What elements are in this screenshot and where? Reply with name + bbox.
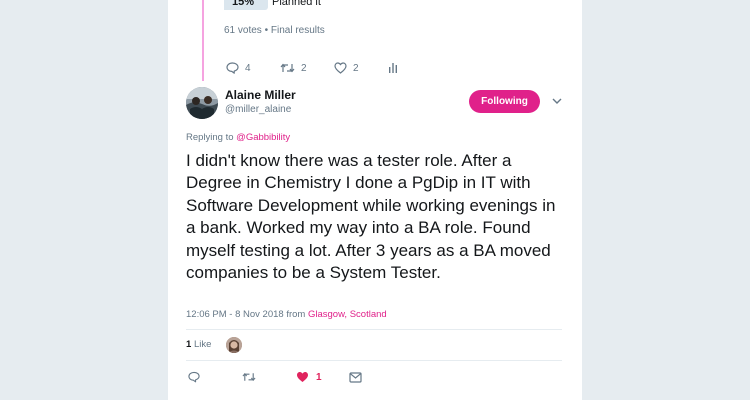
- retweet-icon: [280, 63, 295, 73]
- tweet-actions: 1: [188, 370, 388, 386]
- parent-like-count: 2: [353, 62, 359, 74]
- chevron-down-icon[interactable]: [552, 97, 562, 105]
- poll-status: Final results: [270, 25, 325, 36]
- likes-stat-label: Like: [193, 339, 212, 350]
- parent-retweet-button[interactable]: 2: [280, 60, 307, 76]
- liker-avatar[interactable]: [226, 337, 242, 353]
- user-handle[interactable]: @miller_alaine: [225, 104, 291, 115]
- thread-line: [202, 0, 204, 81]
- parent-tweet-actions: 4 2 2: [226, 60, 426, 76]
- parent-reply-button[interactable]: 4: [226, 60, 251, 76]
- display-name[interactable]: Alaine Miller: [225, 88, 296, 102]
- avatar-image: [186, 87, 218, 119]
- divider: [186, 329, 562, 330]
- following-button[interactable]: Following: [469, 90, 540, 113]
- parent-analytics-button[interactable]: [388, 60, 398, 76]
- poll-chart-icon: [389, 63, 397, 73]
- like-button[interactable]: 1: [296, 370, 322, 384]
- retweet-icon: [242, 372, 256, 382]
- replying-to-prefix: Replying to: [186, 132, 234, 143]
- poll-separator: •: [264, 25, 269, 36]
- replying-to-link[interactable]: @Gabbibility: [236, 132, 290, 143]
- replying-to: Replying to @Gabbibility: [186, 132, 290, 143]
- tweet-text: I didn't know there was a tester role. A…: [186, 151, 556, 283]
- avatar[interactable]: [186, 87, 218, 119]
- likes-stat[interactable]: 1 Like: [186, 339, 211, 350]
- parent-retweet-count: 2: [301, 62, 307, 74]
- tweet-location-link[interactable]: Glasgow, Scotland: [308, 309, 387, 320]
- divider: [186, 360, 562, 361]
- liker-avatar-image: [226, 337, 242, 353]
- reply-icon: [188, 371, 200, 383]
- likes-stat-count: 1: [186, 339, 192, 350]
- poll-votes: 61 votes: [224, 25, 262, 36]
- retweet-button[interactable]: [242, 370, 256, 384]
- heart-icon: [297, 372, 308, 382]
- reply-icon: [226, 62, 239, 74]
- heart-icon: [334, 62, 347, 74]
- poll-meta: 61 votes • Final results: [224, 25, 325, 36]
- parent-like-button[interactable]: 2: [334, 60, 359, 76]
- like-count: 1: [316, 371, 322, 383]
- poll-option-label: Planned it: [272, 0, 321, 8]
- poll-option: 15% Planned it: [224, 0, 424, 10]
- parent-reply-count: 4: [245, 62, 251, 74]
- tweet-time-date[interactable]: 12:06 PM - 8 Nov 2018: [186, 309, 284, 320]
- page: 15% Planned it 61 votes • Final results …: [0, 0, 750, 400]
- reply-button[interactable]: [188, 370, 200, 384]
- poll-percent: 15%: [232, 0, 255, 8]
- tweet-timestamp: 12:06 PM - 8 Nov 2018 from Glasgow, Scot…: [186, 309, 387, 320]
- envelope-icon: [349, 371, 362, 383]
- from-word: from: [286, 309, 306, 320]
- direct-message-button[interactable]: [349, 370, 362, 384]
